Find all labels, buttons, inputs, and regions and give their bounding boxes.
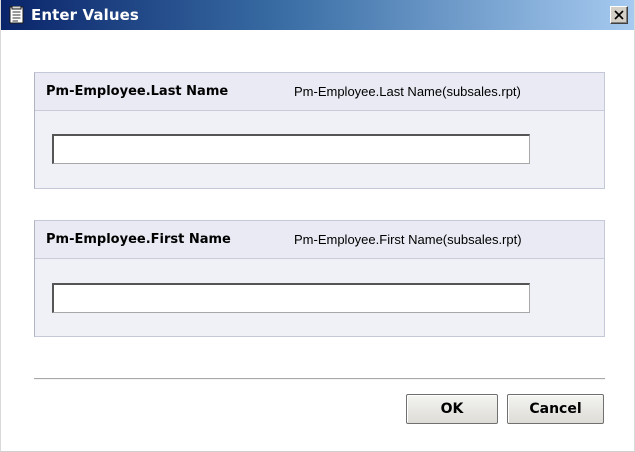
parameter-name-label: Pm-Employee.First Name xyxy=(46,232,231,247)
document-icon xyxy=(9,5,25,24)
first-name-input[interactable] xyxy=(52,283,530,313)
close-button[interactable] xyxy=(610,6,628,24)
parameter-name-label: Pm-Employee.Last Name xyxy=(46,84,229,99)
ok-button[interactable]: OK xyxy=(406,394,498,424)
last-name-input[interactable] xyxy=(52,134,530,164)
close-icon xyxy=(614,10,624,20)
parameter-description-label: Pm-Employee.Last Name(subsales.rpt) xyxy=(294,84,521,99)
cancel-button[interactable]: Cancel xyxy=(507,394,604,424)
parameter-description-label: Pm-Employee.First Name(subsales.rpt) xyxy=(294,232,522,247)
parameter-header: Pm-Employee.First Name Pm-Employee.First… xyxy=(35,221,604,259)
enter-values-dialog: Enter Values Pm-Employee.Last Name Pm-Em… xyxy=(0,0,635,452)
dialog-title: Enter Values xyxy=(31,6,139,24)
parameter-header: Pm-Employee.Last Name Pm-Employee.Last N… xyxy=(35,73,604,111)
title-bar[interactable]: Enter Values xyxy=(1,0,634,30)
parameter-section-first-name: Pm-Employee.First Name Pm-Employee.First… xyxy=(34,220,605,337)
parameter-section-last-name: Pm-Employee.Last Name Pm-Employee.Last N… xyxy=(34,72,605,189)
button-bar-divider xyxy=(34,378,605,380)
